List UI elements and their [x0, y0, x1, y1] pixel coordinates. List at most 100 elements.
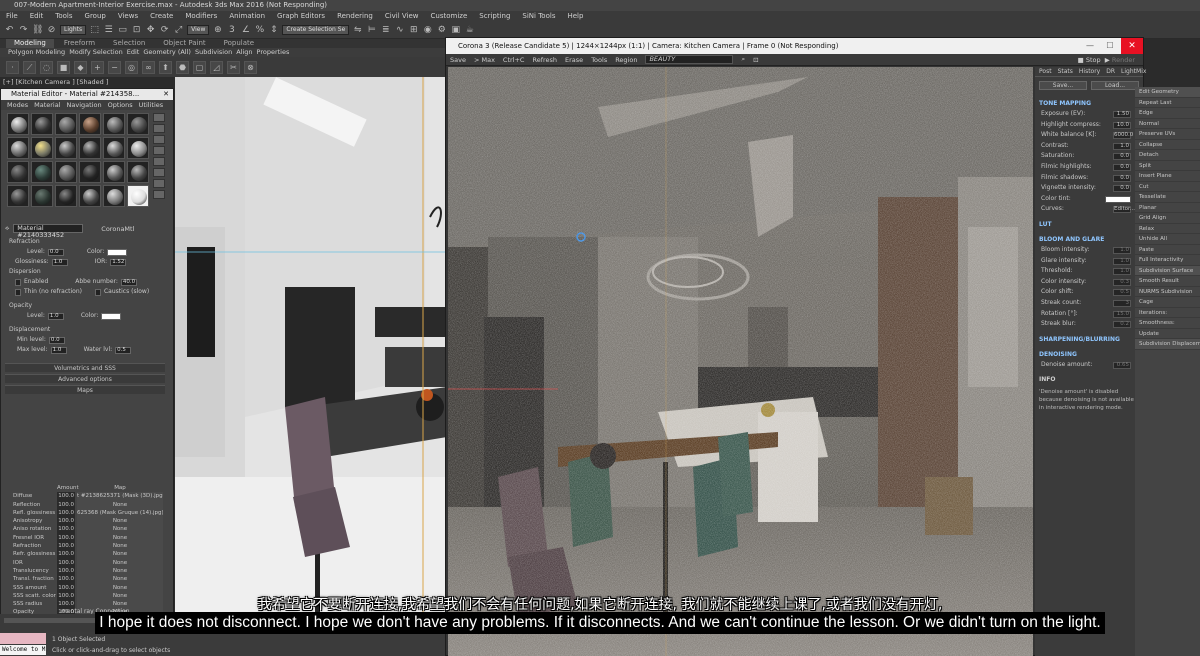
map-amount-input[interactable]: 100.0 [57, 583, 75, 592]
vfb-param-input[interactable]: 1.50 [1113, 111, 1131, 118]
menu-item-modifiers[interactable]: Modifiers [179, 11, 223, 22]
opacity-level-input[interactable]: 1.0 [47, 312, 64, 320]
material-sample-slot[interactable] [31, 113, 53, 135]
command-panel-item[interactable]: Edge [1135, 108, 1200, 119]
snap-icon[interactable]: 3 [226, 25, 237, 36]
command-panel-item[interactable]: Detach [1135, 150, 1200, 161]
map-amount-input[interactable]: 100.0 [57, 500, 75, 509]
vfb-title-bar[interactable]: Corona 3 (Release Candidate 5) | 1244×12… [446, 38, 1143, 54]
maxscript-listener-mini[interactable] [0, 633, 46, 644]
lut-header[interactable]: LUT [1035, 219, 1143, 230]
window-crossing-icon[interactable]: ⊡ [131, 25, 142, 36]
menu-item-rendering[interactable]: Rendering [331, 11, 379, 22]
maxscript-input[interactable]: Welcome to M [0, 645, 46, 655]
map-slot-button[interactable]: t #2138625371 (Mask (3D).jpg) [77, 492, 163, 501]
material-type-button[interactable]: CoronaMtl [101, 225, 134, 233]
vfb-param-input[interactable]: 0.0 [1113, 163, 1131, 171]
command-panel-item[interactable]: NURMS Subdivision [1135, 287, 1200, 297]
vfb-param-input[interactable]: 0.0 [1113, 174, 1131, 182]
background-icon[interactable] [153, 124, 165, 133]
shrink-icon[interactable]: − [108, 60, 121, 74]
glossiness-input[interactable]: 1.0 [51, 258, 68, 266]
maximize-icon[interactable]: ☐ [1101, 38, 1119, 54]
command-panel-item[interactable]: Full Interactivity [1135, 255, 1200, 266]
ribbon-tab-populate[interactable]: Populate [216, 39, 262, 48]
max-level-input[interactable]: 1.0 [50, 346, 67, 354]
material-navigator-icon[interactable] [153, 190, 165, 199]
rotate-icon[interactable]: ⟳ [159, 25, 170, 36]
mirror-icon[interactable]: ⇋ [352, 25, 363, 36]
command-panel-item[interactable]: Collapse [1135, 140, 1200, 150]
link-icon[interactable]: ⛓ [32, 25, 43, 36]
bloom-glare-header[interactable]: BLOOM AND GLARE [1035, 234, 1143, 245]
map-amount-input[interactable]: 100.0 [57, 558, 75, 567]
map-slot-button[interactable]: None [77, 566, 163, 576]
render-frame-icon[interactable]: ▣ [450, 25, 461, 36]
inset-icon[interactable]: ▢ [193, 60, 206, 74]
redo-icon[interactable]: ↷ [18, 25, 29, 36]
render-channel-dropdown[interactable]: BEAUTY [645, 55, 734, 64]
menu-item-file[interactable]: File [0, 11, 24, 22]
zoom-icon[interactable]: ⌕ [741, 55, 745, 64]
vfb-tab-post[interactable]: Post [1039, 67, 1052, 76]
command-panel-item[interactable]: Insert Plane [1135, 171, 1200, 182]
menu-item-edit[interactable]: Edit [24, 11, 50, 22]
abbe-input[interactable]: 40.0 [120, 278, 138, 286]
edge-icon[interactable]: ⟋ [23, 60, 36, 74]
map-amount-input[interactable]: 100.0 [57, 550, 75, 559]
material-sample-slot[interactable] [7, 161, 29, 183]
map-amount-input[interactable]: 100.0 [57, 566, 75, 576]
material-sample-slot[interactable] [7, 113, 29, 135]
map-slot-button[interactable]: None [77, 558, 163, 567]
opacity-color-swatch[interactable] [101, 312, 122, 320]
command-panel-item[interactable]: Smooth Result [1135, 276, 1200, 287]
material-editor-window[interactable]: Material Editor - Material #214358... ✕ … [0, 88, 174, 656]
command-panel-item[interactable]: Update [1135, 329, 1200, 339]
make-preview-icon[interactable] [153, 157, 165, 166]
map-slot-button[interactable]: None [77, 500, 163, 509]
vfb-param-input[interactable] [1105, 195, 1131, 203]
map-slot-button[interactable]: None [77, 583, 163, 592]
region-select-icon[interactable]: ▭ [117, 25, 128, 36]
percent-snap-icon[interactable]: % [254, 25, 265, 36]
material-menu-options[interactable]: Options [108, 100, 133, 110]
move-icon[interactable]: ✥ [145, 25, 156, 36]
close-icon[interactable]: ✕ [163, 89, 169, 100]
command-panel-item[interactable]: Unhide All [1135, 234, 1200, 245]
map-slot-button[interactable]: None [77, 550, 163, 559]
layer-icon[interactable]: ≣ [380, 25, 391, 36]
stop-button[interactable]: ■ Stop ▶ Render [1078, 56, 1143, 64]
info-header[interactable]: INFO [1035, 374, 1143, 385]
command-panel-item[interactable]: Split [1135, 161, 1200, 171]
video-check-icon[interactable] [153, 146, 165, 155]
vfb-param-input[interactable]: 0.0 [1113, 153, 1131, 161]
menu-item-tools[interactable]: Tools [49, 11, 78, 22]
material-sample-slot[interactable] [79, 161, 101, 183]
command-panel-item[interactable]: Grid Align [1135, 213, 1200, 224]
sample-uv-icon[interactable] [153, 135, 165, 144]
pick-material-icon[interactable]: ⟡ [5, 224, 9, 233]
cut-icon[interactable]: ✂ [227, 60, 240, 74]
rollout-advanced[interactable]: Advanced options [5, 374, 165, 383]
element-icon[interactable]: ◆ [74, 60, 87, 74]
vfb-param-input[interactable]: 1.0 [1113, 246, 1131, 254]
vfb-param-input[interactable]: 3 [1113, 299, 1131, 307]
vfb-param-input[interactable]: 1.0 [1113, 257, 1131, 265]
command-panel-item[interactable]: Tessellate [1135, 192, 1200, 203]
water-level-input[interactable]: 0.5 [115, 346, 132, 354]
select-by-material-icon[interactable] [153, 179, 165, 188]
vfb-param-input[interactable]: 15.0 [1113, 310, 1131, 318]
refraction-level-input[interactable]: 0.0 [47, 248, 64, 256]
bevel-icon[interactable]: ⬣ [176, 60, 189, 74]
map-amount-input[interactable]: 100.0 [57, 508, 75, 518]
vfb-to-max-button[interactable]: > Max [474, 56, 495, 64]
rollout-volumetrics[interactable]: Volumetrics and SSS [5, 363, 165, 372]
map-amount-input[interactable]: 100.0 [57, 517, 75, 526]
corona-frame-buffer-window[interactable]: Corona 3 (Release Candidate 5) | 1244×12… [445, 37, 1146, 656]
menu-item-sini-tools[interactable]: SiNi Tools [516, 11, 561, 22]
vfb-param-input[interactable]: 0.5 [1113, 289, 1131, 297]
material-sample-slot[interactable] [103, 185, 125, 207]
vertex-icon[interactable]: · [6, 60, 19, 74]
menu-item-civil-view[interactable]: Civil View [379, 11, 425, 22]
viewport-label[interactable]: [+] [Kitchen Camera ] [Shaded ] [3, 78, 108, 86]
